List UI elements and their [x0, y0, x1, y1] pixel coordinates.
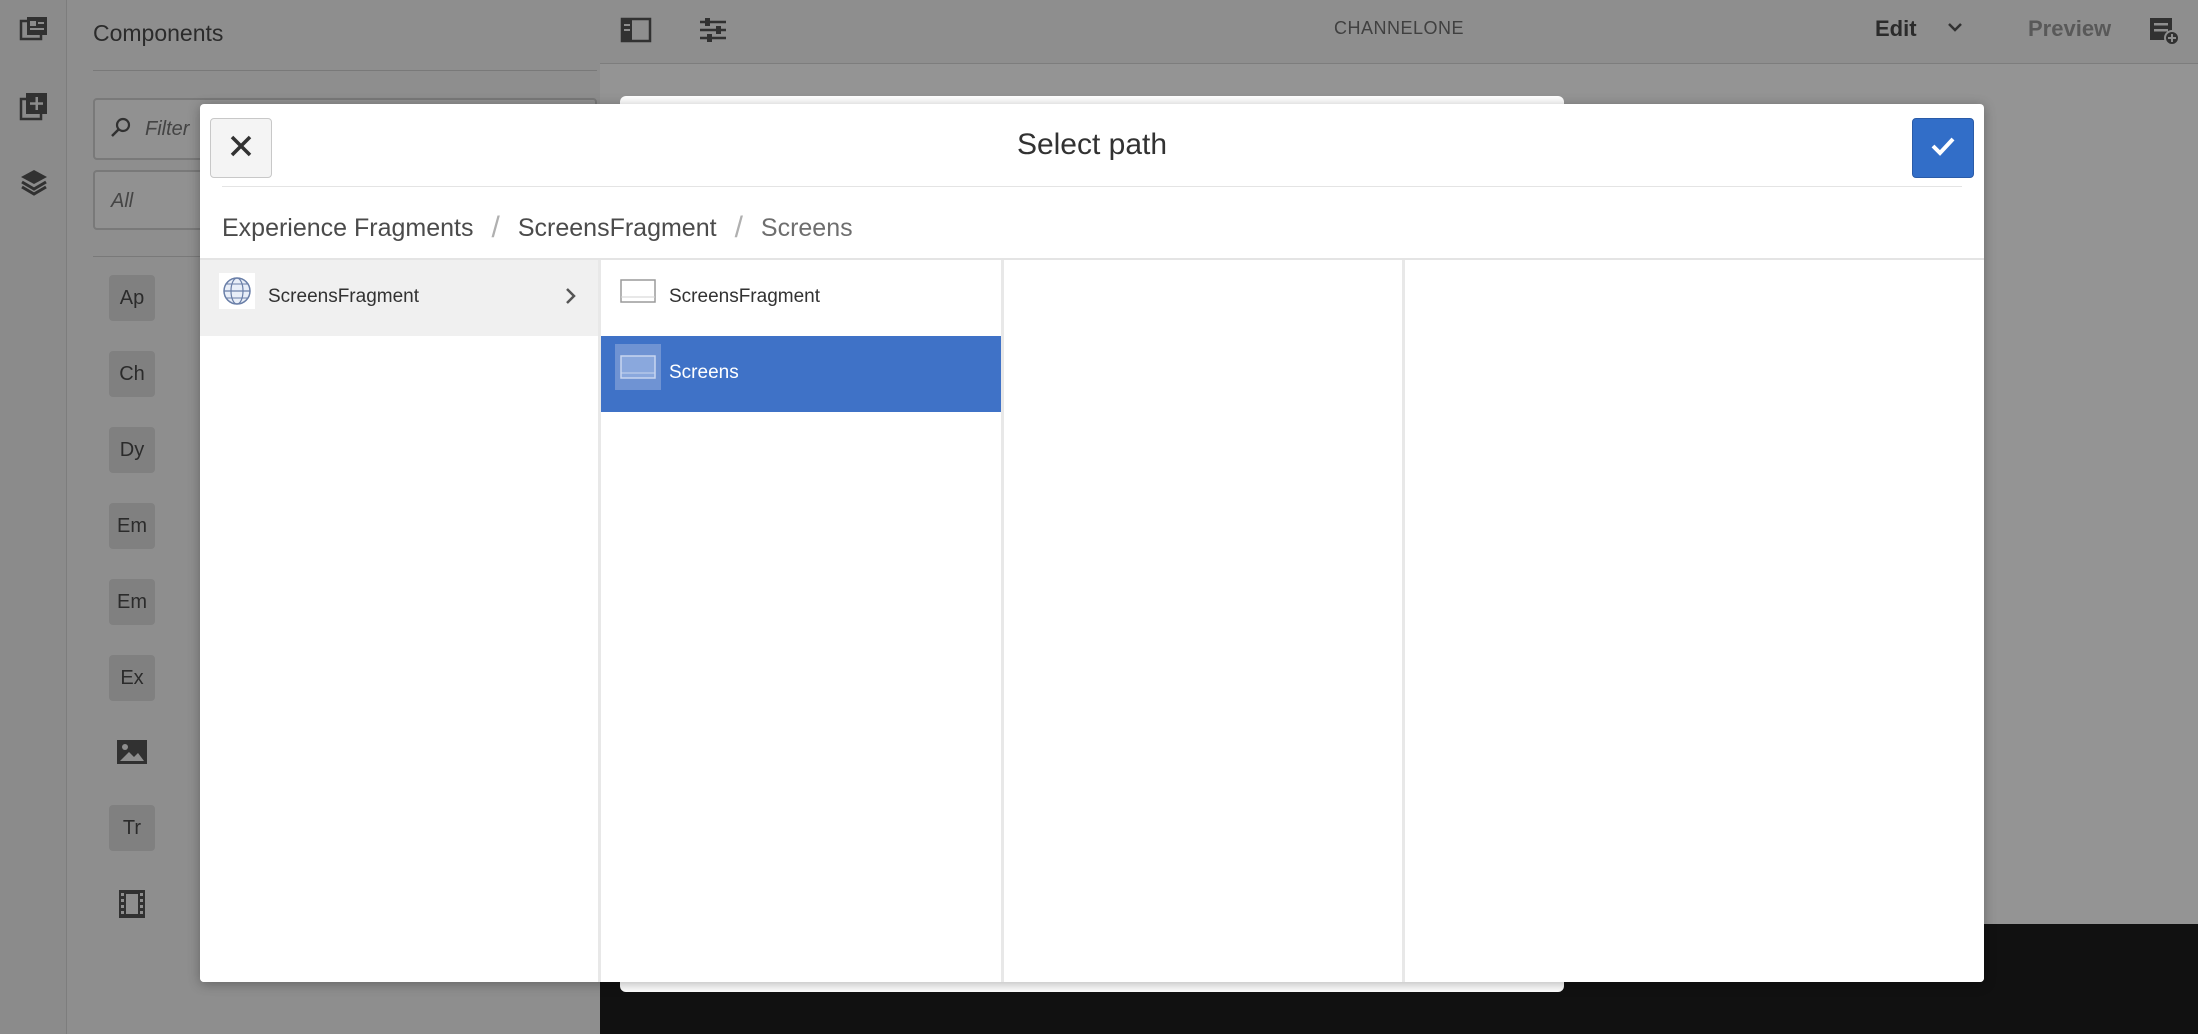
checkmark-icon: [1928, 131, 1958, 166]
item-label: ScreensFragment: [268, 286, 420, 307]
item-label: Screens: [669, 362, 739, 383]
dialog-title: Select path: [1016, 128, 1168, 161]
breadcrumb-current: Screens: [760, 213, 853, 242]
column-3: [1004, 260, 1402, 982]
column-view: ScreensFragment ScreensFragment Screens: [200, 260, 1984, 982]
breadcrumb-separator: /: [491, 211, 500, 244]
select-path-dialog: Select path Experience Fragments / Scree…: [200, 104, 1984, 982]
chevron-right-icon: [560, 286, 580, 311]
column-1: ScreensFragment: [200, 260, 598, 982]
column-item-screens[interactable]: Screens: [601, 336, 1001, 412]
divider: [222, 186, 1962, 187]
globe-thumbnail: [214, 268, 260, 314]
breadcrumb-item[interactable]: ScreensFragment: [518, 214, 717, 243]
item-label: ScreensFragment: [669, 286, 821, 307]
page-thumbnail: [615, 344, 661, 390]
column-item-screensfragment[interactable]: ScreensFragment: [601, 260, 1001, 336]
column-4: [1405, 260, 1984, 982]
breadcrumb-item[interactable]: Experience Fragments: [222, 214, 474, 243]
breadcrumb-separator: /: [734, 211, 743, 244]
column-item-screensfragment[interactable]: ScreensFragment: [200, 260, 598, 336]
confirm-button[interactable]: [1912, 118, 1974, 178]
page-thumbnail: [615, 268, 661, 314]
breadcrumb: Experience Fragments / ScreensFragment /…: [222, 208, 853, 248]
column-2: ScreensFragment Screens: [601, 260, 1001, 982]
